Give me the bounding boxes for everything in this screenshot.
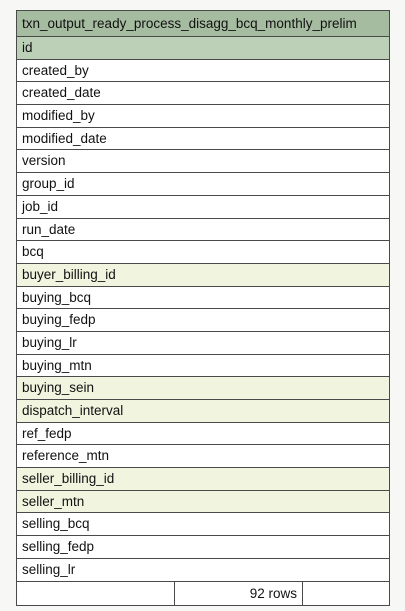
column-row-seller-billing-id: seller_billing_id — [17, 468, 389, 491]
column-row-created-date: created_date — [17, 82, 389, 106]
column-row-selling-lr: selling_lr — [17, 558, 389, 582]
column-row-group-id: group_id — [17, 173, 389, 196]
column-row-dispatch-interval: dispatch_interval — [17, 400, 389, 423]
column-row-created-by: created_by — [17, 59, 389, 83]
column-row-run-date: run_date — [17, 218, 389, 242]
table-footer: 92 rows — [17, 581, 389, 605]
column-row-modified-date: modified_date — [17, 127, 389, 151]
column-row-buying-sein: buying_sein — [17, 377, 389, 400]
column-list: id created_by created_date modified_by modif… — [17, 37, 389, 582]
column-row-reference-mtn: reference_mtn — [17, 445, 389, 469]
column-row-modified-by: modified_by — [17, 105, 389, 128]
column-row-buyer-billing-id: buyer_billing_id — [17, 263, 389, 287]
column-row-ref-fedp: ref_fedp — [17, 422, 389, 446]
column-row-job-id: job_id — [17, 195, 389, 219]
footer-empty-cell-right — [303, 582, 389, 605]
row-count: 92 rows — [175, 581, 303, 605]
column-row-seller-mtn: seller_mtn — [17, 490, 389, 514]
footer-empty-cell-left — [17, 581, 175, 605]
column-row-buying-mtn: buying_mtn — [17, 354, 389, 378]
column-row-buying-lr: buying_lr — [17, 331, 389, 355]
column-row-buying-bcq: buying_bcq — [17, 286, 389, 310]
table-title: txn_output_ready_process_disagg_bcq_mont… — [17, 11, 389, 37]
column-row-id: id — [17, 37, 389, 60]
column-row-buying-fedp: buying_fedp — [17, 309, 389, 332]
column-row-version: version — [17, 150, 389, 174]
column-row-selling-fedp: selling_fedp — [17, 536, 389, 559]
table-card: txn_output_ready_process_disagg_bcq_mont… — [16, 10, 390, 606]
column-row-selling-bcq: selling_bcq — [17, 513, 389, 537]
column-row-bcq: bcq — [17, 241, 389, 264]
